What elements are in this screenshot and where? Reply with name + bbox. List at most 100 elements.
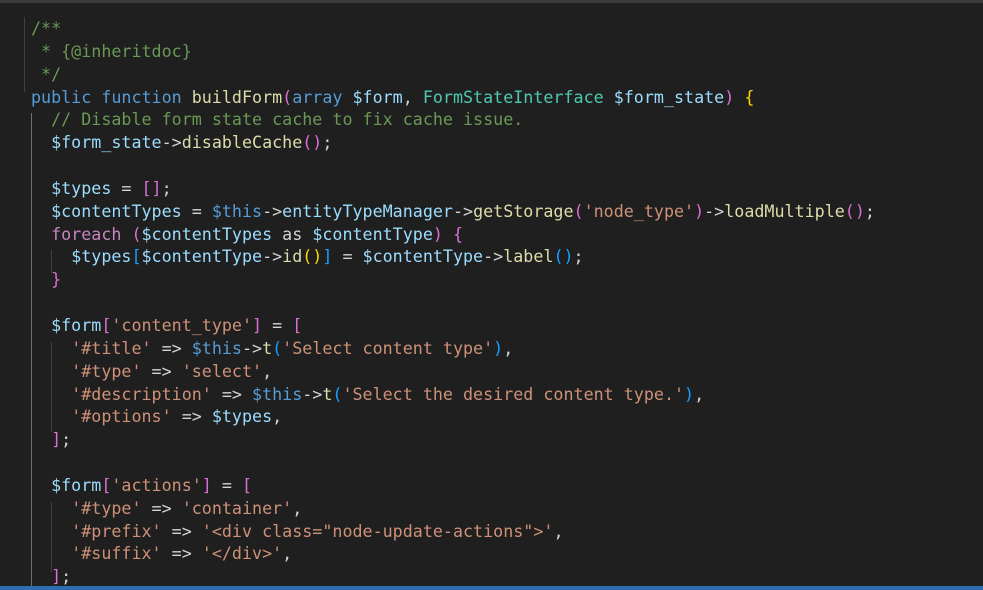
code-token: 'node_type' (583, 200, 695, 221)
code-token: ) (432, 223, 443, 244)
code-line[interactable] (31, 451, 875, 474)
code-token: => (151, 337, 192, 358)
code-line[interactable]: '#options' => $types, (31, 405, 875, 428)
code-token: getStorage (473, 200, 574, 221)
code-line[interactable]: $types = []; (31, 177, 875, 200)
code-token: [] (141, 177, 162, 198)
code-token: , (272, 406, 283, 427)
code-token: = (181, 200, 212, 221)
code-token: ; (864, 200, 875, 221)
code-line[interactable]: ]; (31, 428, 875, 451)
code-token: -> (452, 200, 474, 221)
code-line[interactable]: // Disable form state cache to fix cache… (31, 108, 875, 131)
code-token: [ (292, 314, 303, 335)
code-token: => (141, 497, 182, 518)
code-line[interactable]: $form['content_type'] = [ (31, 314, 875, 337)
code-token: ( (131, 223, 142, 244)
code-line[interactable]: '#title' => $this->t('Select content typ… (31, 337, 875, 360)
code-token: '#prefix' (71, 520, 162, 541)
code-token: $contentType (141, 246, 263, 267)
code-token: ; (61, 429, 72, 450)
code-line[interactable]: * {@inheritdoc} (31, 40, 875, 63)
code-line[interactable]: $form['actions'] = [ (31, 474, 875, 497)
code-content[interactable]: /** * {@inheritdoc} */public function bu… (31, 17, 875, 588)
status-bar (0, 586, 983, 590)
code-line[interactable]: */ (31, 63, 875, 86)
code-line[interactable]: '#suffix' => '</div>', (31, 542, 875, 565)
code-token: $types (71, 246, 132, 267)
code-token: = (211, 474, 242, 495)
code-token: -> (241, 337, 263, 358)
code-line[interactable]: $contentTypes = $this->entityTypeManager… (31, 200, 875, 223)
code-token: 'content_type' (111, 314, 253, 335)
code-token: -> (262, 246, 283, 267)
code-token: $form (51, 314, 102, 335)
code-line[interactable]: '#description' => $this->t('Select the d… (31, 383, 875, 406)
code-token: '#options' (71, 406, 172, 427)
code-token: $types (211, 406, 273, 427)
code-token: disableCache (181, 132, 303, 153)
code-token: => (161, 543, 202, 564)
code-token: $contentTypes (141, 223, 273, 244)
code-token: 'select' (181, 360, 263, 381)
code-line[interactable] (31, 291, 875, 314)
code-token: foreach (51, 223, 122, 244)
code-line[interactable]: public function buildForm(array $form, F… (31, 86, 875, 109)
code-token: ] (322, 246, 333, 267)
code-token: ; (322, 132, 333, 153)
code-token: $contentType (312, 223, 433, 244)
code-token: array (292, 86, 343, 107)
code-token: () (302, 246, 323, 267)
code-token: ; (573, 246, 584, 267)
code-token: () (553, 246, 574, 267)
code-token: '<div class="node-update-actions">' (201, 520, 554, 541)
code-token: [ (131, 246, 142, 267)
code-token: '#type' (71, 360, 142, 381)
code-token: '#suffix' (71, 543, 162, 564)
code-line[interactable]: ]; (31, 565, 875, 588)
code-token: '</div>' (201, 543, 283, 564)
code-token: ; (61, 566, 72, 587)
code-token: { (744, 86, 755, 107)
code-token: () (844, 200, 865, 221)
code-line[interactable]: $types[$contentType->id()] = $contentTyp… (31, 245, 875, 268)
code-token: 'container' (181, 497, 293, 518)
code-line[interactable]: $form_state->disableCache(); (31, 131, 875, 154)
code-line[interactable]: } (31, 268, 875, 291)
code-line[interactable]: foreach ($contentTypes as $contentType) … (31, 223, 875, 246)
code-token: ( (282, 86, 293, 107)
code-token: , (503, 337, 514, 358)
code-token: */ (31, 63, 62, 84)
code-editor[interactable]: /** * {@inheritdoc} */public function bu… (0, 0, 983, 590)
code-token: = (111, 177, 142, 198)
code-line[interactable]: '#type' => 'select', (31, 360, 875, 383)
code-token: ] (51, 429, 62, 450)
code-token: => (141, 360, 182, 381)
code-token: id (282, 246, 303, 267)
code-token: buildForm (191, 86, 283, 107)
code-line[interactable]: /** (31, 17, 875, 40)
code-token: = (262, 314, 293, 335)
code-token: $form_state (51, 132, 162, 153)
code-token: -> (161, 132, 182, 153)
code-token: $this (191, 337, 242, 358)
code-token: FormStateInterface (422, 86, 604, 107)
code-token: public (31, 86, 92, 107)
code-token: ] (51, 566, 62, 587)
code-token: ] (201, 474, 212, 495)
code-line[interactable]: '#type' => 'container', (31, 497, 875, 520)
code-line[interactable] (31, 154, 875, 177)
code-token: ] (252, 314, 263, 335)
code-line[interactable]: '#prefix' => '<div class="node-update-ac… (31, 520, 875, 543)
